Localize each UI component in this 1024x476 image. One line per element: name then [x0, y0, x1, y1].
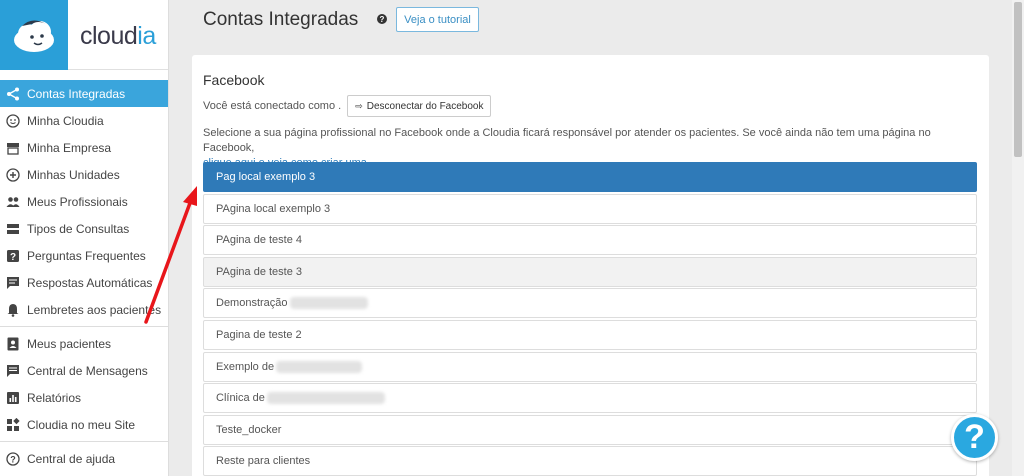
logo-area: cloudia	[0, 0, 168, 70]
sidebar-item-central-de-ajuda[interactable]: ? Central de ajuda	[0, 445, 168, 472]
contact-icon	[6, 337, 20, 351]
sidebar-item-cloudia-no-meu-site[interactable]: Cloudia no meu Site	[0, 411, 168, 438]
chart-icon	[6, 391, 20, 405]
sidebar-item-central-de-mensagens[interactable]: Central de Mensagens	[0, 357, 168, 384]
people-icon	[6, 195, 20, 209]
question-icon[interactable]: ?	[377, 14, 387, 24]
disconnect-facebook-button[interactable]: ⇨ Desconectar do Facebook	[347, 95, 492, 117]
sidebar-item-label: Lembretes aos pacientes	[27, 302, 162, 317]
sidebar-item-label: Central de ajuda	[27, 451, 116, 466]
help-circle-icon: ?	[6, 451, 20, 466]
sidebar-item-meus-pacientes[interactable]: Meus pacientes	[0, 330, 168, 357]
chat-icon	[6, 276, 20, 290]
sidebar-item-label: Minhas Unidades	[27, 167, 120, 182]
list-item[interactable]: Pag local exemplo 3	[203, 162, 977, 192]
list-item[interactable]: PAgina local exemplo 3	[203, 193, 977, 224]
sidebar-item-perguntas-frequentes[interactable]: ? Perguntas Frequentes	[0, 242, 168, 269]
sidebar-item-minhas-unidades[interactable]: Minhas Unidades	[0, 161, 168, 188]
svg-text:?: ?	[10, 252, 16, 263]
sidebar-item-lembretes-aos-pacientes[interactable]: Lembretes aos pacientes	[0, 296, 168, 323]
widgets-icon	[6, 417, 20, 432]
connected-text: Você está conectado como .	[203, 100, 342, 112]
section-title: Facebook	[203, 72, 265, 88]
list-item[interactable]: Clínica de	[203, 383, 977, 414]
page-scrollbar[interactable]	[1012, 0, 1024, 476]
nav-divider	[0, 441, 168, 442]
list-item[interactable]: Exemplo de	[203, 351, 977, 382]
sidebar-item-label: Minha Cloudia	[27, 113, 104, 128]
sidebar-item-label: Meus Profissionais	[27, 194, 128, 209]
sign-out-icon: ⇨	[355, 100, 363, 111]
bell-icon	[6, 303, 20, 317]
sidebar-item-meus-profissionais[interactable]: Meus Profissionais	[0, 188, 168, 215]
nav-divider	[0, 326, 168, 327]
list-item[interactable]: Demonstração	[203, 288, 977, 319]
page-title: Contas Integradas	[203, 9, 359, 30]
list-item[interactable]: PAgina de teste 3	[203, 256, 977, 287]
facebook-page-list: Pag local exemplo 3 PAgina local exemplo…	[203, 162, 977, 476]
sidebar-item-tipos-de-consultas[interactable]: Tipos de Consultas	[0, 215, 168, 242]
redacted-text	[289, 297, 368, 310]
sidebar-item-label: Meus pacientes	[27, 336, 112, 351]
sidebar-item-label: Relatórios	[27, 390, 82, 405]
sidebar-item-label: Contas Integradas	[27, 86, 126, 101]
list-item[interactable]: Pagina de teste 2	[203, 319, 977, 350]
sidebar-item-respostas-automaticas[interactable]: Respostas Automáticas	[0, 269, 168, 296]
sidebar-item-contas-integradas[interactable]: Contas Integradas	[0, 80, 168, 107]
share-icon	[6, 87, 20, 101]
question-box-icon: ?	[6, 249, 20, 263]
store-icon	[6, 141, 20, 155]
list-item[interactable]: Reste para clientes	[203, 446, 977, 476]
sidebar-item-label: Cloudia no meu Site	[27, 417, 136, 432]
list-item[interactable]: PAgina de teste 4	[203, 225, 977, 256]
sidebar-item-label: Tipos de Consultas	[27, 221, 130, 236]
redacted-text	[276, 360, 363, 373]
redacted-text	[266, 392, 385, 405]
list-item[interactable]: Teste_docker	[203, 414, 977, 445]
svg-text:?: ?	[10, 454, 16, 464]
help-fab-button[interactable]: ?	[951, 414, 998, 461]
scroll-thumb[interactable]	[1014, 2, 1022, 157]
facebook-panel: Facebook Você está conectado como . ⇨ De…	[192, 55, 989, 476]
sidebar-nav: Contas Integradas Minha Cloudia Minha Em…	[0, 80, 168, 472]
disconnect-label: Desconectar do Facebook	[366, 100, 484, 112]
sidebar-item-relatorios[interactable]: Relatórios	[0, 384, 168, 411]
message-icon	[6, 364, 20, 378]
logo-wordmark: cloudia	[80, 22, 156, 50]
sidebar-item-minha-cloudia[interactable]: Minha Cloudia	[0, 107, 168, 134]
tutorial-button[interactable]: Veja o tutorial	[396, 7, 479, 32]
sidebar-item-minha-empresa[interactable]: Minha Empresa	[0, 134, 168, 161]
list-icon	[6, 222, 20, 236]
face-icon	[6, 113, 20, 128]
sidebar-item-label: Minha Empresa	[27, 140, 112, 155]
logo-mascot	[0, 0, 68, 70]
sidebar-item-label: Central de Mensagens	[27, 363, 148, 378]
plus-circle-icon	[6, 167, 20, 182]
connection-status: Você está conectado como . ⇨ Desconectar…	[203, 95, 492, 117]
sidebar-item-label: Respostas Automáticas	[27, 275, 153, 290]
sidebar-item-label: Perguntas Frequentes	[27, 248, 146, 263]
sidebar: cloudia Contas Integradas Minha Cloudia …	[0, 0, 169, 476]
